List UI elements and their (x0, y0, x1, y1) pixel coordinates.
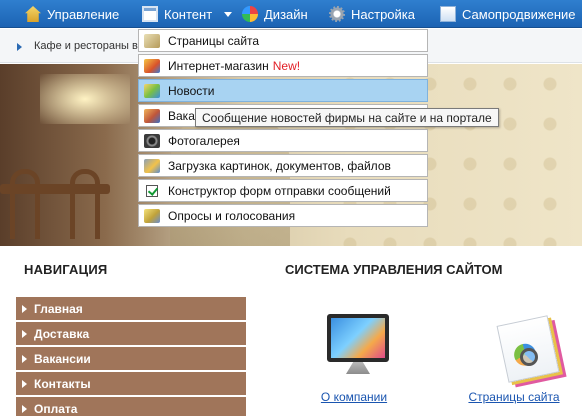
menu-item-site-pages[interactable]: Страницы сайта (138, 29, 428, 52)
nav-design-label: Дизайн (264, 6, 308, 22)
breadcrumb-arrow-icon (17, 43, 22, 51)
nav-link-contacts[interactable]: Контакты (16, 372, 246, 395)
arrow-right-icon (22, 379, 27, 388)
menu-item-news[interactable]: Новости (138, 79, 428, 102)
settings-gear-icon (329, 6, 345, 22)
monitor-icon (327, 314, 389, 362)
page: Управление Контент Дизайн Настройка Само… (0, 0, 582, 416)
cms-card-about[interactable]: О компании (294, 300, 414, 412)
nav-management-label: Управление (47, 6, 120, 22)
menu-item-polls[interactable]: Опросы и голосования (138, 204, 428, 227)
top-nav-bar: Управление Контент Дизайн Настройка Само… (0, 0, 582, 28)
arrow-right-icon (22, 354, 27, 363)
menu-item-photo-gallery[interactable]: Фотогалерея (138, 129, 428, 152)
about-company-link[interactable]: О компании (294, 390, 414, 404)
pages-icon (144, 33, 160, 48)
nav-content[interactable]: Контент (142, 0, 233, 28)
shop-icon (144, 58, 160, 73)
menu-item-file-upload[interactable]: Загрузка картинок, документов, файлов (138, 154, 428, 177)
nav-settings[interactable]: Настройка (329, 0, 415, 28)
arrow-right-icon (22, 329, 27, 338)
arrow-right-icon (22, 404, 27, 413)
content-icon (142, 6, 158, 22)
camera-icon (144, 133, 160, 148)
arrow-right-icon (22, 304, 27, 313)
nav-content-label: Контент (164, 6, 213, 22)
nav-design[interactable]: Дизайн (242, 0, 308, 28)
poll-icon (144, 208, 160, 223)
tooltip: Сообщение новостей фирмы на сайте и на п… (195, 108, 499, 127)
nav-management[interactable]: Управление (25, 0, 119, 28)
nav-link-delivery[interactable]: Доставка (16, 322, 246, 345)
nav-settings-label: Настройка (351, 6, 415, 22)
new-badge: New! (272, 58, 301, 73)
site-pages-link[interactable]: Страницы сайта (454, 390, 574, 404)
cms-heading: СИСТЕМА УПРАВЛЕНИЯ САЙТОМ (285, 262, 503, 277)
home-icon (25, 6, 41, 22)
checkbox-icon (146, 184, 158, 197)
navigation-heading: НАВИГАЦИЯ (24, 262, 108, 277)
vacancies-icon (144, 108, 160, 123)
nav-link-home[interactable]: Главная (16, 297, 246, 320)
nav-promotion-label: Самопродвижение (462, 6, 576, 22)
breadcrumb-link[interactable]: Кафе и рестораны в (34, 40, 138, 52)
promotion-icon (440, 6, 456, 22)
magnifier-icon (520, 348, 538, 366)
design-palette-icon (242, 6, 258, 22)
cms-card-pages[interactable]: Страницы сайта (454, 300, 574, 412)
chevron-down-icon (224, 11, 233, 17)
menu-item-form-builder[interactable]: Конструктор форм отправки сообщений (138, 179, 428, 202)
nav-link-vacancies[interactable]: Вакансии (16, 347, 246, 370)
nav-promotion[interactable]: Самопродвижение (440, 0, 576, 28)
news-icon (144, 83, 160, 98)
nav-link-payment[interactable]: Оплата (16, 397, 246, 416)
upload-icon (144, 158, 160, 173)
menu-item-online-shop[interactable]: Интернет-магазин New! (138, 54, 428, 77)
